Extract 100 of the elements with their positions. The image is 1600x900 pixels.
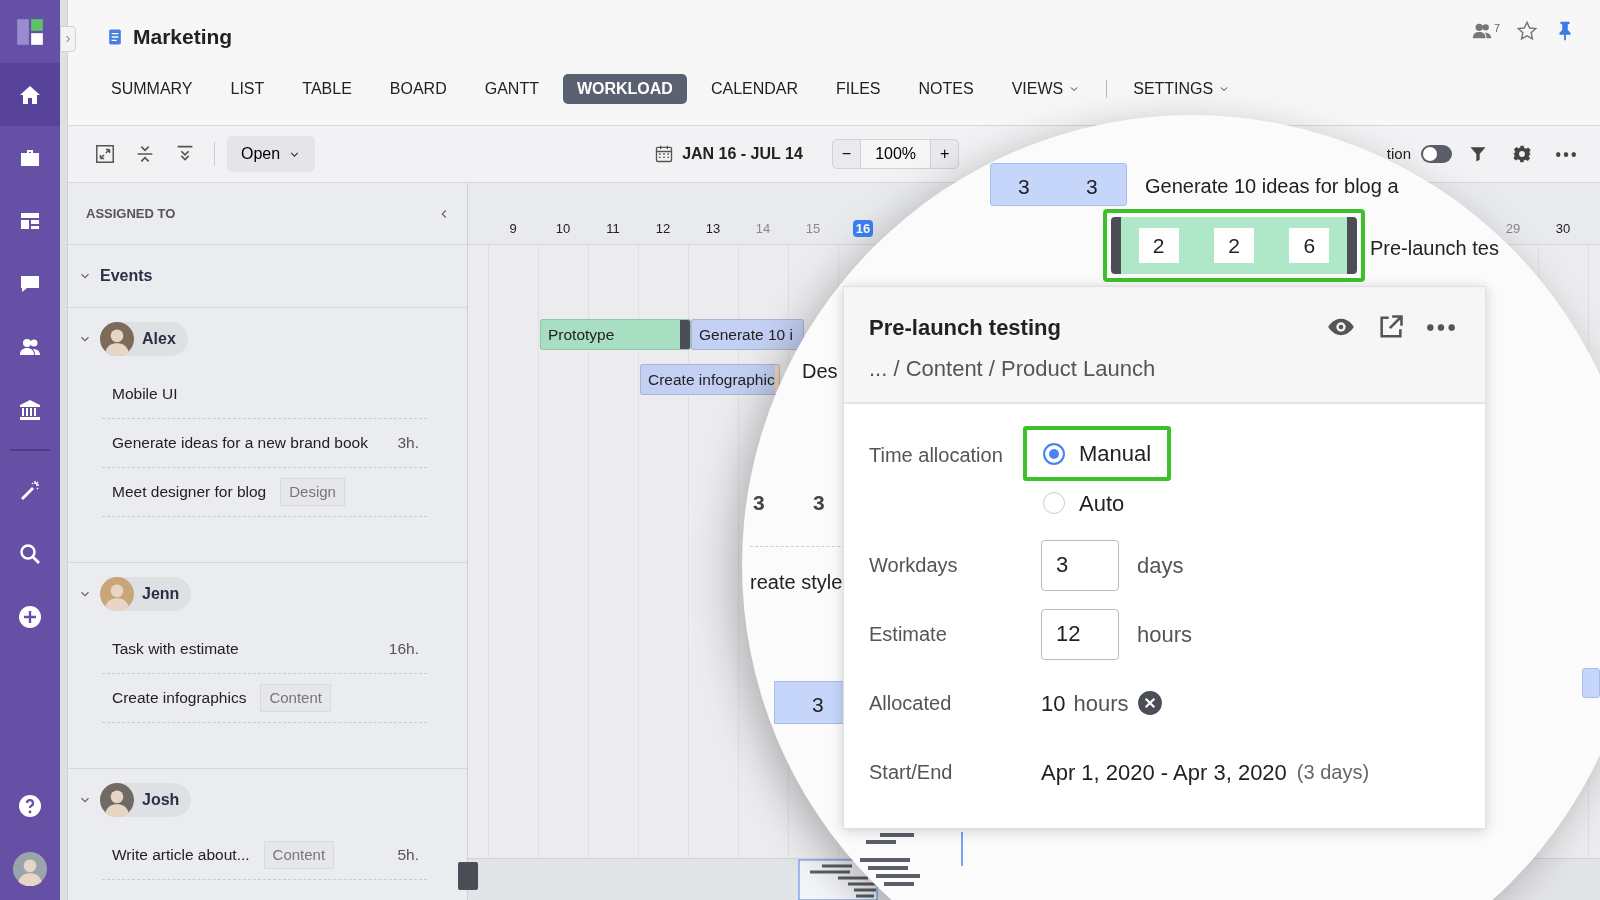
close-icon — [1136, 690, 1163, 716]
hours-field[interactable]: 6 — [1289, 227, 1330, 264]
help-icon — [18, 793, 42, 818]
field-label: Estimate — [869, 622, 948, 647]
task-title[interactable]: Write article about... — [112, 843, 250, 867]
tab[interactable]: NOTES — [904, 74, 988, 104]
estimate-text: 5h. — [397, 845, 420, 866]
radio-label[interactable]: Manual — [1079, 437, 1152, 470]
hours-field[interactable]: 2 — [1138, 227, 1179, 264]
zoom-out-button[interactable]: − — [832, 140, 861, 168]
task-title[interactable]: Create infographics — [112, 686, 247, 710]
day-label: 11 — [606, 220, 620, 236]
settings-icon — [1512, 144, 1532, 164]
radio-button[interactable] — [1043, 492, 1065, 514]
clear-button[interactable] — [1136, 690, 1163, 716]
person-chip[interactable]: Jenn — [100, 577, 192, 611]
task-title[interactable]: Generate 10 ideas for blog a — [1145, 171, 1399, 201]
zoom-level[interactable]: 100% — [860, 140, 932, 168]
more-icon — [1556, 151, 1576, 157]
date-range: JAN 16 - JUL 14 — [682, 144, 803, 164]
toggle-label: tion — [1386, 143, 1411, 164]
day-label: 16 — [852, 219, 874, 237]
avatar — [100, 783, 134, 817]
task-bar[interactable]: Generate 10 i — [691, 319, 804, 350]
toggle-switch[interactable] — [1421, 145, 1452, 163]
day-label: 12 — [655, 220, 671, 236]
task-title[interactable]: Meet designer for blog — [112, 480, 267, 504]
avatar — [13, 851, 47, 886]
task-title[interactable]: Task with estimate — [112, 637, 239, 661]
hours-field[interactable]: 2 — [1214, 227, 1254, 264]
field-value: 10 — [1041, 689, 1066, 718]
icon-button[interactable] — [1427, 323, 1455, 331]
hours-value: 3 — [1086, 174, 1098, 200]
tab[interactable]: SETTINGS — [1119, 74, 1245, 104]
group-title: Events — [100, 266, 153, 286]
tab[interactable]: WORKLOAD — [562, 74, 687, 104]
zoom-in-button[interactable]: + — [931, 140, 959, 168]
day-label: 30 — [1555, 220, 1571, 236]
day-label: 14 — [755, 220, 771, 236]
tab[interactable]: GANTT — [470, 74, 553, 104]
hours-value: 3 — [1018, 174, 1030, 200]
toolbar-button[interactable] — [1468, 144, 1488, 164]
search-icon — [18, 541, 42, 566]
tab[interactable]: TABLE — [288, 74, 366, 104]
star-icon — [1516, 20, 1538, 42]
unit-label: days — [1137, 551, 1184, 580]
hours-value: 3 — [812, 692, 824, 718]
logo-icon — [16, 17, 44, 46]
task-title[interactable]: Generate ideas for a new brand book — [112, 431, 368, 455]
members-button[interactable]: 7 — [1469, 20, 1500, 42]
calendar-icon — [654, 144, 675, 164]
task-title[interactable]: Pre-launch tes — [1370, 233, 1499, 263]
resize-handle[interactable] — [680, 320, 690, 349]
breadcrumb[interactable]: ... / Content / Product Launch — [869, 352, 1156, 385]
duration-note: (3 days) — [1296, 760, 1370, 785]
radio-button[interactable] — [1043, 442, 1065, 465]
external-link-icon — [1377, 313, 1405, 341]
task-bar[interactable]: Create infographic — [640, 364, 780, 395]
tab[interactable]: CALENDAR — [696, 74, 813, 104]
unit-label: hours — [1137, 620, 1193, 649]
day-label: 13 — [705, 220, 721, 236]
toolbar-button[interactable] — [94, 143, 116, 165]
task-title[interactable]: Mobile UI — [112, 382, 178, 406]
input-field[interactable]: 12 — [1041, 608, 1119, 660]
day-label: 29 — [1505, 220, 1521, 236]
avatar — [100, 577, 134, 611]
radio-label[interactable]: Auto — [1079, 486, 1125, 520]
tab[interactable]: BOARD — [375, 74, 461, 104]
unit-label: hours — [1073, 689, 1129, 718]
tab[interactable]: LIST — [216, 74, 279, 104]
filter-icon — [1468, 144, 1488, 164]
estimate-text: 3h. — [397, 433, 420, 454]
star-button[interactable] — [1516, 20, 1538, 42]
more-icon — [1427, 323, 1455, 331]
task-bar[interactable]: Prototype — [540, 319, 691, 350]
task-title: Des — [802, 359, 838, 384]
icon-button[interactable] — [1377, 313, 1405, 341]
card-title: Pre-launch testing — [869, 314, 1061, 342]
day-label: 9 — [509, 220, 517, 236]
open-dropdown[interactable]: Open — [227, 136, 316, 172]
sidebar-item[interactable] — [0, 63, 60, 126]
person-chip[interactable]: Josh — [100, 783, 192, 817]
toolbar-button[interactable] — [1556, 151, 1576, 157]
tag-label: Content — [260, 683, 331, 713]
tab[interactable]: SUMMARY — [97, 74, 207, 104]
scroll-handle[interactable] — [458, 862, 478, 890]
minimap-drawing[interactable] — [798, 858, 878, 900]
expand-icon — [94, 143, 116, 165]
toolbar-button[interactable] — [1512, 144, 1532, 164]
tag-label: Content — [263, 840, 335, 870]
tab[interactable]: FILES — [822, 74, 895, 104]
task-bar[interactable] — [774, 681, 846, 724]
add-icon — [18, 604, 42, 629]
task-bar[interactable] — [990, 163, 1127, 206]
hours-value: 3 — [753, 490, 765, 516]
estimate-text: 16h. — [388, 639, 420, 660]
column-header: ASSIGNED TO — [86, 204, 176, 223]
input-field[interactable]: 3 — [1041, 539, 1119, 591]
person-chip[interactable]: Alex — [100, 322, 188, 356]
tab[interactable]: VIEWS — [997, 74, 1095, 104]
